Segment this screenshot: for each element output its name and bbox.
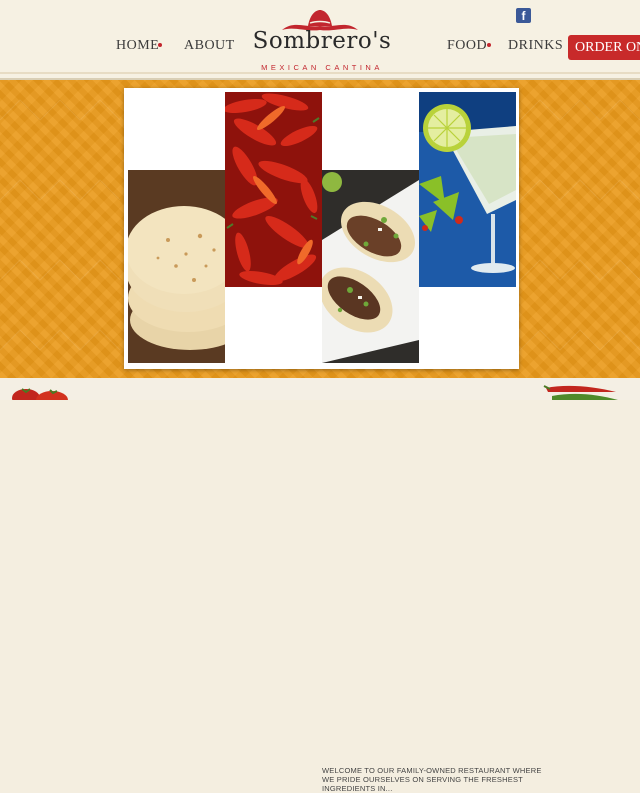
nav-food-link[interactable]: FOOD	[447, 38, 487, 54]
nav-separator-dot	[158, 43, 162, 47]
site-header: HOME ABOUT Sombrero's MEXICAN CANTINA FO…	[0, 0, 640, 80]
nav-separator-dot	[487, 43, 491, 47]
nav-about-link[interactable]: ABOUT	[184, 38, 235, 54]
chili-pepper-icon	[543, 385, 618, 400]
content-strip: WELCOME TO OUR FAMILY-OWNED RESTAURANT W…	[0, 378, 640, 793]
photo-collage	[124, 88, 519, 369]
header-divider	[0, 72, 640, 74]
welcome-text: WELCOME TO OUR FAMILY-OWNED RESTAURANT W…	[322, 766, 542, 793]
logo-title[interactable]: Sombrero's	[232, 28, 412, 54]
tortillas-photo	[128, 170, 225, 363]
margarita-photo	[419, 92, 516, 287]
nav-home-link[interactable]: HOME	[116, 38, 159, 54]
chili-peppers-photo	[225, 92, 322, 287]
tomato-icon	[12, 388, 68, 400]
tacos-photo	[322, 170, 419, 363]
order-online-button[interactable]: ORDER ONLINE	[568, 35, 640, 60]
logo-subtitle: MEXICAN CANTINA	[261, 63, 383, 72]
facebook-icon[interactable]: f	[516, 8, 531, 23]
nav-drinks-link[interactable]: DRINKS	[508, 38, 563, 54]
